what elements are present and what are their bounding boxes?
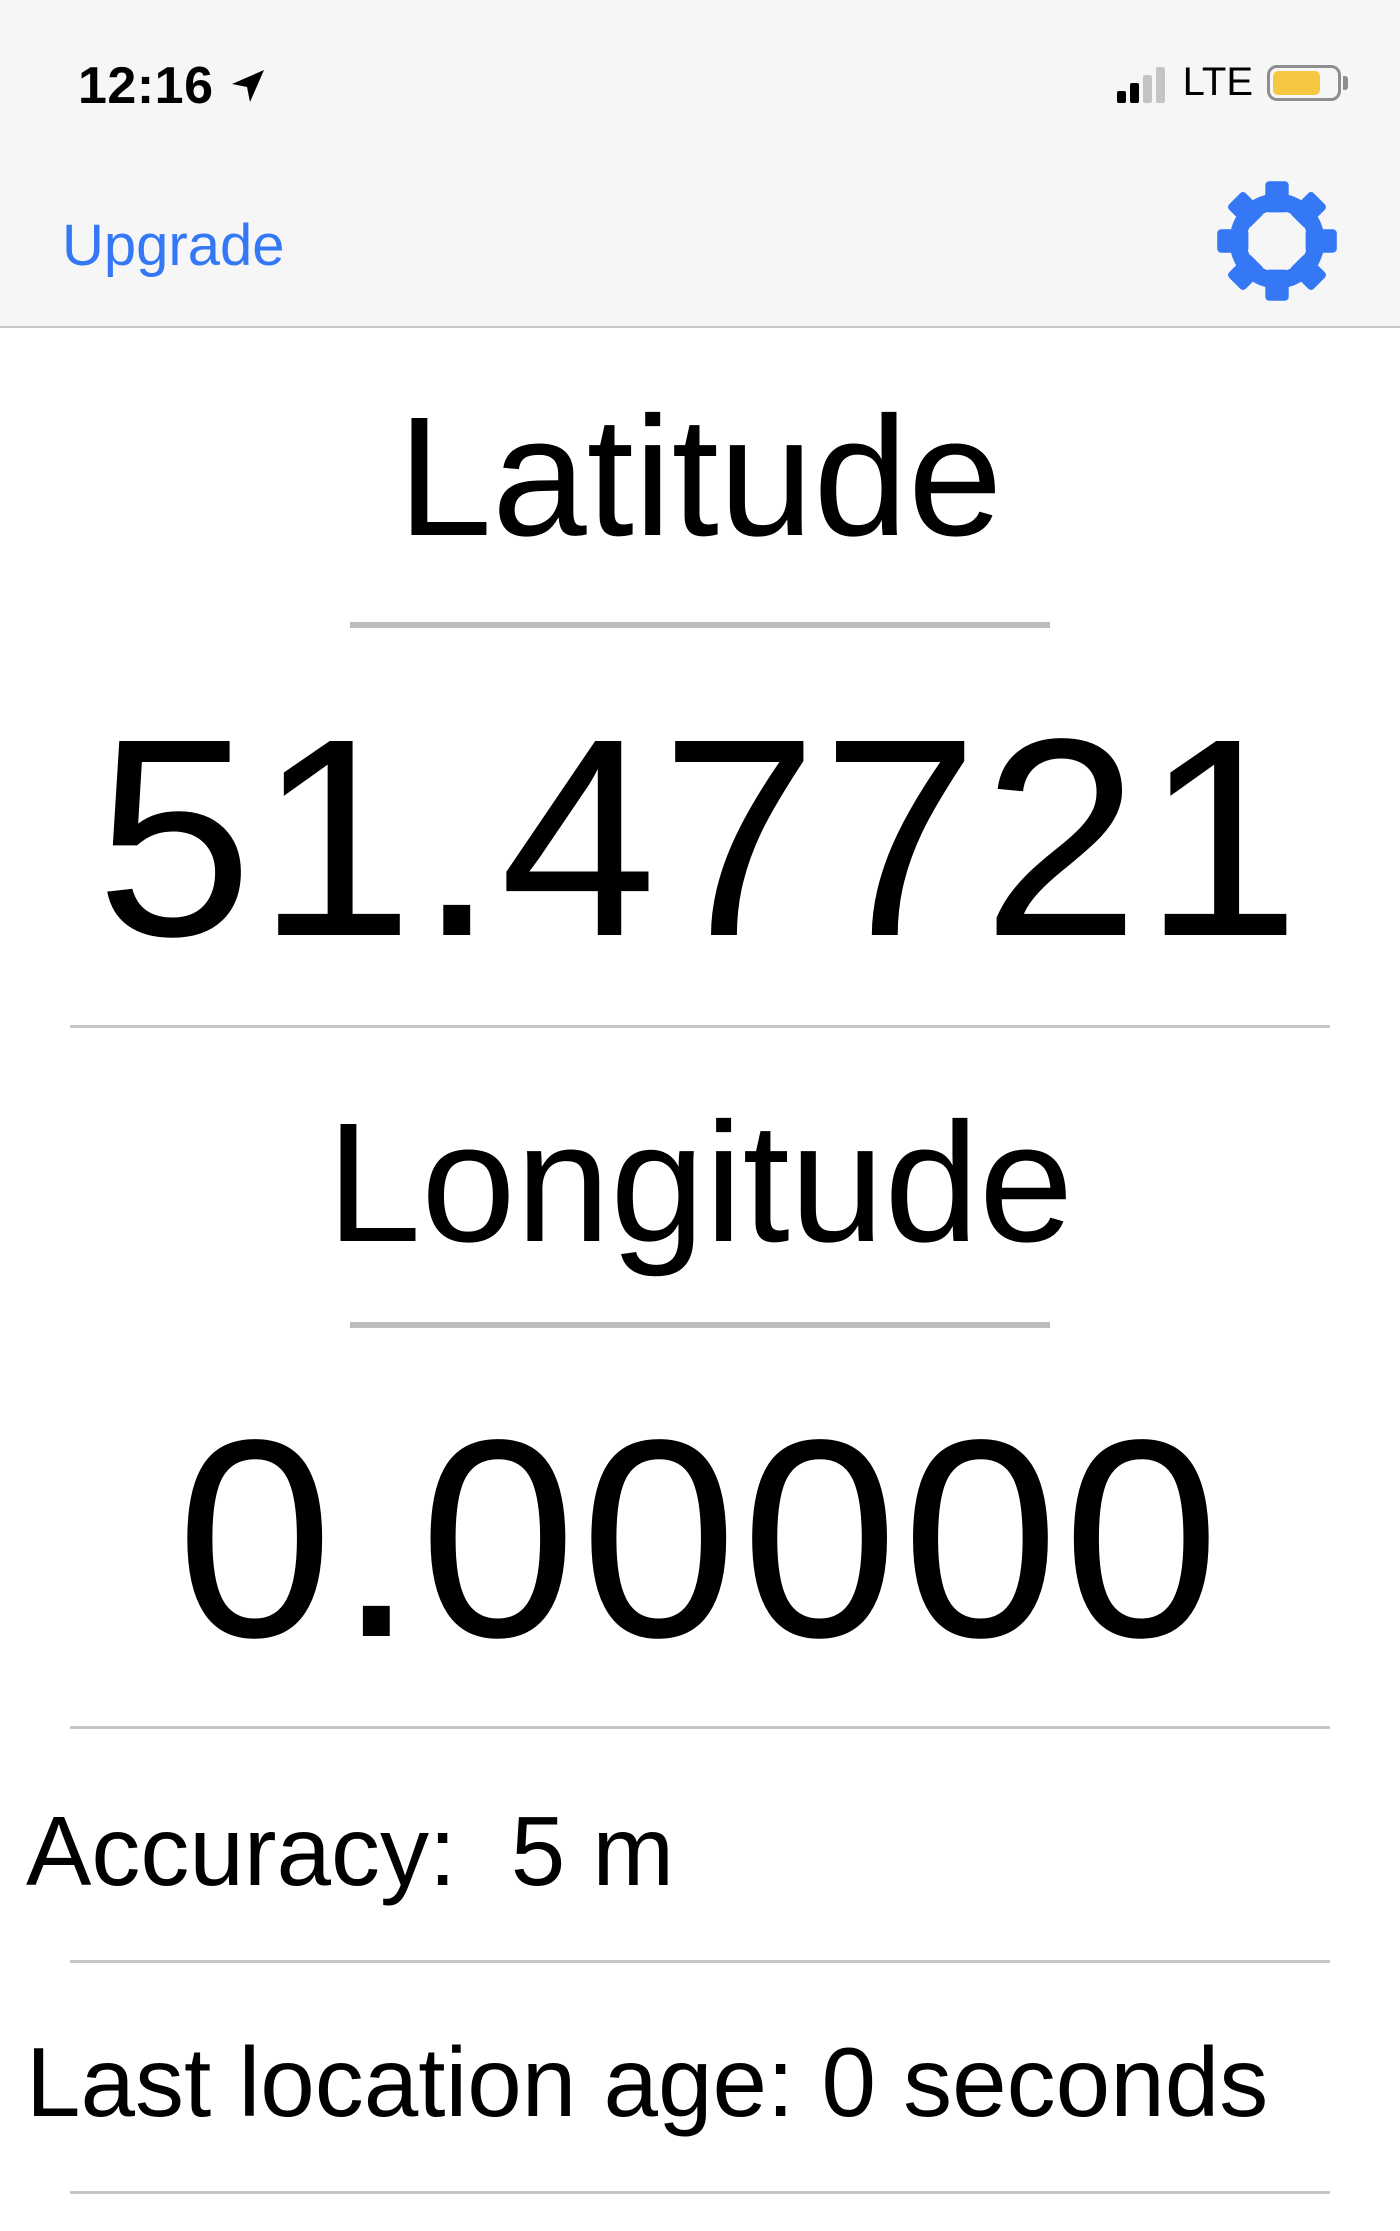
section-divider xyxy=(70,1960,1330,1963)
longitude-value: 0.00000 xyxy=(176,1381,1224,1696)
battery-nub xyxy=(1343,75,1348,90)
accuracy-row: Accuracy: 5 m xyxy=(26,1802,674,1900)
location-age-label: Last location age: xyxy=(26,2027,795,2137)
accuracy-label: Accuracy: xyxy=(26,1796,457,1906)
upgrade-button[interactable]: Upgrade xyxy=(62,212,284,279)
status-indicators: LTE xyxy=(1116,60,1348,105)
longitude-heading: Longitude xyxy=(326,1088,1074,1278)
battery-icon xyxy=(1267,64,1341,101)
status-time: 12:16 xyxy=(78,56,268,116)
gear-icon[interactable] xyxy=(1212,176,1342,306)
status-time-label: 12:16 xyxy=(78,57,214,115)
section-divider xyxy=(70,1726,1330,1729)
location-age-value: 0 seconds xyxy=(821,2027,1269,2137)
latitude-value: 51.47721 xyxy=(95,680,1305,995)
battery-level xyxy=(1273,70,1320,95)
location-age-row: Last location age: 0 seconds xyxy=(26,2033,1268,2131)
section-divider xyxy=(70,1025,1330,1028)
signal-strength-icon xyxy=(1116,63,1169,103)
latitude-divider xyxy=(350,622,1050,628)
section-divider xyxy=(70,2191,1330,2194)
network-type: LTE xyxy=(1182,60,1253,104)
longitude-divider xyxy=(350,1322,1050,1328)
top-bar: 12:16 LTE Upgrade xyxy=(0,0,1400,328)
location-arrow-icon xyxy=(231,70,264,102)
latitude-heading: Latitude xyxy=(397,382,1003,572)
accuracy-value: 5 m xyxy=(510,1796,675,1906)
app-screen: 12:16 LTE Upgrade Latitude 51.47721 Long… xyxy=(0,0,1400,2231)
